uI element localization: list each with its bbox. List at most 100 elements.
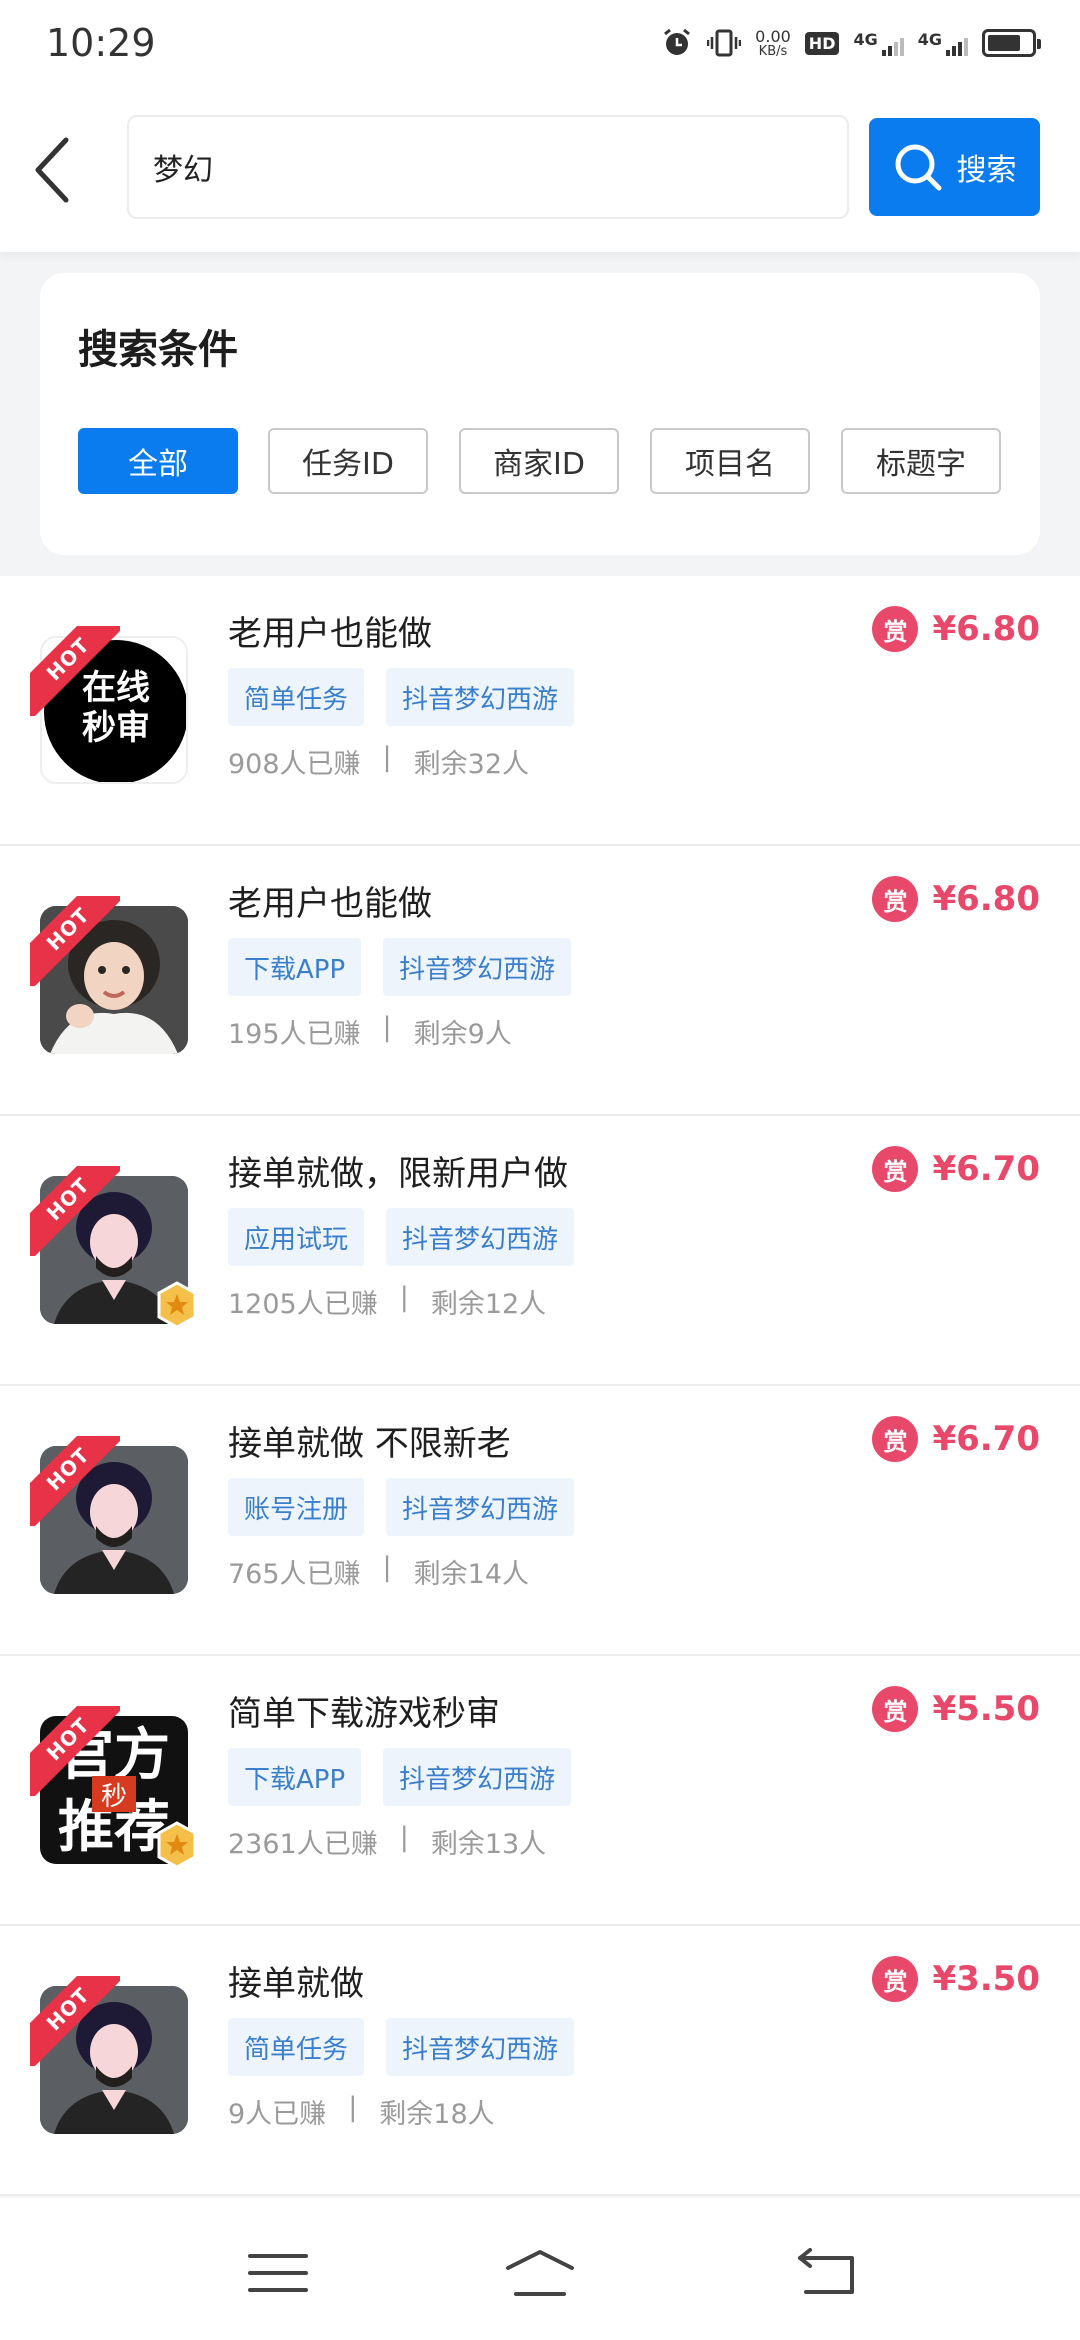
battery-icon [982,29,1041,57]
price-value: ¥3.50 [932,1959,1040,1999]
task-item[interactable]: HOT 接单就做 简单任务 抖音梦幻西游 9人已赚 | 剩余18人 赏 ¥3.5… [0,1926,1080,2196]
price-value: ¥6.70 [932,1419,1040,1459]
task-item[interactable]: 官方 秒 推荐 HOT 简单下载游戏秒审 下载APP 抖音梦幻西游 2361人已… [0,1656,1080,1926]
task-title: 简单下载游戏秒审 [228,1694,500,1734]
reward-icon: 赏 [872,1686,919,1732]
task-tag: 抖音梦幻西游 [386,1478,575,1536]
earned-count: 1205人已赚 [228,1289,378,1320]
search-header: 搜索 [0,86,1080,252]
network-type-2: 4G [917,30,942,49]
hd-icon: HD [804,31,840,55]
reward-icon: 赏 [872,606,919,652]
back-nav-icon[interactable] [796,2248,860,2298]
remaining-count: 剩余18人 [379,2099,495,2130]
task-meta: 765人已赚 | 剩余14人 [228,1552,529,1591]
hot-ribbon: HOT [30,626,120,716]
remaining-count: 剩余12人 [430,1289,547,1320]
star-badge-icon [157,1281,197,1329]
hot-ribbon: HOT [30,1166,120,1256]
task-tags: 简单任务 抖音梦幻西游 [228,2018,575,2076]
task-meta: 2361人已赚 | 剩余13人 [228,1822,546,1861]
network-speed: 0.00 KB/s [755,26,791,59]
remaining-count: 剩余13人 [430,1829,547,1860]
filter-chip-project-name[interactable]: 项目名 [650,428,810,494]
reward-icon: 赏 [872,1146,919,1192]
task-tags: 下载APP 抖音梦幻西游 [228,938,572,996]
hot-ribbon: HOT [30,1976,120,2066]
task-price: 赏 ¥6.80 [872,876,1040,922]
task-title: 接单就做 [228,1964,364,2004]
search-input[interactable] [127,115,849,219]
task-tag: 抖音梦幻西游 [386,1208,575,1266]
search-icon [895,144,941,191]
filter-chip-title-keyword[interactable]: 标题字 [841,428,1001,494]
hot-ribbon: HOT [30,1436,120,1526]
alarm-icon [664,28,691,55]
price-value: ¥6.80 [932,609,1040,649]
hot-label: HOT [30,1436,120,1526]
price-value: ¥6.70 [932,1149,1040,1189]
task-meta: 1205人已赚 | 剩余12人 [228,1282,546,1321]
search-button-label: 搜索 [956,154,1017,187]
meta-divider: | [399,1822,409,1853]
status-bar: 10:29 0.00 KB/s HD 4G 4G [0,0,1080,86]
task-price: 赏 ¥5.50 [872,1686,1040,1732]
home-icon[interactable] [504,2248,576,2298]
earned-count: 9人已赚 [228,2099,327,2130]
task-tag: 抖音梦幻西游 [386,668,575,726]
earned-count: 195人已赚 [228,1019,361,1050]
hot-ribbon: HOT [30,896,120,986]
hot-label: HOT [30,896,120,986]
task-tags: 下载APP 抖音梦幻西游 [228,1748,572,1806]
conditions-title: 搜索条件 [78,327,238,373]
task-tag: 抖音梦幻西游 [386,2018,575,2076]
search-button[interactable]: 搜索 [869,118,1040,216]
task-item[interactable]: HOT 接单就做，限新用户做 应用试玩 抖音梦幻西游 1205人已赚 | 剩余1… [0,1116,1080,1386]
filter-chip-merchant-id[interactable]: 商家ID [459,428,619,494]
earned-count: 765人已赚 [228,1559,361,1590]
filter-chip-task-id[interactable]: 任务ID [268,428,428,494]
reward-icon: 赏 [872,876,919,922]
task-price: 赏 ¥3.50 [872,1956,1040,2002]
remaining-count: 剩余32人 [413,749,530,780]
task-tag: 抖音梦幻西游 [383,938,572,996]
status-icons: 0.00 KB/s HD 4G 4G [661,26,1041,59]
task-title: 老用户也能做 [228,884,432,924]
task-tag: 简单任务 [228,2018,365,2076]
speed-value: 0.00 [755,26,791,46]
task-meta: 9人已赚 | 剩余18人 [228,2092,495,2131]
earned-count: 2361人已赚 [228,1829,378,1860]
task-item[interactable]: 在线 秒审 HOT 老用户也能做 简单任务 抖音梦幻西游 908人已赚 | 剩余… [0,576,1080,846]
remaining-count: 剩余14人 [413,1559,530,1590]
task-item[interactable]: HOT 老用户也能做 下载APP 抖音梦幻西游 195人已赚 | 剩余9人 赏 … [0,846,1080,1116]
status-time: 10:29 [46,21,156,65]
hot-label: HOT [30,1166,120,1256]
task-list: 在线 秒审 HOT 老用户也能做 简单任务 抖音梦幻西游 908人已赚 | 剩余… [0,576,1080,2196]
hot-ribbon: HOT [30,1706,120,1796]
filter-chip-all[interactable]: 全部 [78,428,238,494]
task-price: 赏 ¥6.70 [872,1146,1040,1192]
hot-label: HOT [30,1976,120,2066]
menu-icon[interactable] [246,2248,310,2298]
task-tag: 简单任务 [228,668,365,726]
reward-icon: 赏 [872,1956,919,2002]
meta-divider: | [348,2092,358,2123]
speed-unit: KB/s [758,43,788,59]
task-meta: 195人已赚 | 剩余9人 [228,1012,512,1051]
meta-divider: | [382,1552,392,1583]
star-badge-icon [157,1821,197,1869]
task-item[interactable]: HOT 接单就做 不限新老 账号注册 抖音梦幻西游 765人已赚 | 剩余14人… [0,1386,1080,1656]
price-value: ¥6.80 [932,879,1040,919]
task-tags: 应用试玩 抖音梦幻西游 [228,1208,575,1266]
task-tag: 应用试玩 [228,1208,365,1266]
system-nav-bar [0,2198,1080,2340]
back-arrow-icon[interactable] [26,132,82,208]
meta-divider: | [382,1012,392,1043]
task-title: 接单就做 不限新老 [228,1424,511,1464]
task-tag: 下载APP [228,1748,362,1806]
task-tags: 简单任务 抖音梦幻西游 [228,668,575,726]
signal-icon-1: 4G [853,30,904,56]
earned-count: 908人已赚 [228,749,361,780]
task-price: 赏 ¥6.70 [872,1416,1040,1462]
price-value: ¥5.50 [932,1689,1040,1729]
